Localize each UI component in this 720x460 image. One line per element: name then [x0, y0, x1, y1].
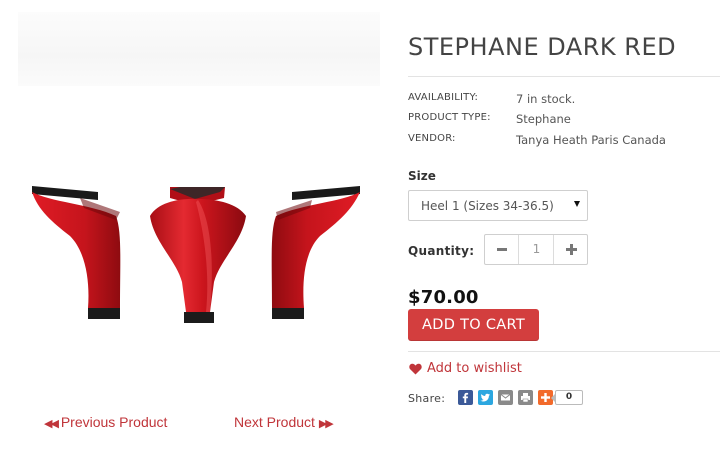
meta-availability: AVAILABILITY: 7 in stock. [408, 92, 720, 108]
heel-right-view [271, 186, 360, 319]
size-selected-value: Heel 1 (Sizes 34-36.5) [421, 199, 554, 213]
share-count: 0 [551, 390, 583, 405]
divider [408, 76, 720, 77]
quantity-increment-button[interactable] [553, 235, 587, 264]
product-title: STEPHANE DARK RED [408, 33, 677, 61]
meta-key: VENDOR: [408, 133, 456, 144]
meta-value: Stephane [516, 112, 571, 126]
quantity-label: Quantity: [408, 244, 475, 258]
meta-product-type: PRODUCT TYPE: Stephane [408, 112, 720, 128]
heel-back-view [150, 187, 246, 323]
quantity-decrement-button[interactable] [485, 235, 519, 264]
share-label: Share: [408, 392, 446, 405]
product-image-area: ◀◀ Previous Product Next Product ▶▶ [0, 0, 395, 430]
meta-value: Tanya Heath Paris Canada [516, 133, 666, 147]
wishlist-label: Add to wishlist [427, 361, 522, 376]
facebook-icon[interactable] [458, 390, 473, 405]
email-icon[interactable] [498, 390, 513, 405]
double-chevron-left-icon: ◀◀ [44, 418, 59, 430]
double-chevron-right-icon: ▶▶ [318, 418, 334, 430]
previous-product-link[interactable]: ◀◀ Previous Product [44, 414, 167, 430]
quantity-input[interactable]: 1 [520, 235, 553, 264]
size-label: Size [408, 169, 436, 183]
heel-left-view [32, 186, 121, 319]
next-product-link[interactable]: Next Product ▶▶ [234, 414, 334, 430]
previous-product-label: Previous Product [60, 414, 168, 430]
divider [408, 351, 720, 352]
caret-down-icon [574, 201, 580, 207]
meta-value: 7 in stock. [516, 92, 576, 106]
meta-key: PRODUCT TYPE: [408, 112, 491, 123]
size-select[interactable]: Heel 1 (Sizes 34-36.5) [408, 190, 588, 221]
plus-icon-vertical [570, 244, 573, 255]
meta-vendor: VENDOR: Tanya Heath Paris Canada [408, 133, 720, 149]
add-to-cart-button[interactable]: ADD TO CART [408, 309, 539, 341]
next-product-label: Next Product [234, 414, 315, 430]
twitter-icon[interactable] [478, 390, 493, 405]
quantity-stepper: 1 [484, 234, 588, 265]
heart-icon [409, 363, 422, 375]
meta-key: AVAILABILITY: [408, 92, 479, 103]
faded-thumbnail-strip [18, 12, 380, 86]
print-icon[interactable] [518, 390, 533, 405]
product-price: $70.00 [408, 287, 479, 308]
minus-icon [497, 248, 507, 251]
product-image[interactable] [20, 172, 370, 332]
